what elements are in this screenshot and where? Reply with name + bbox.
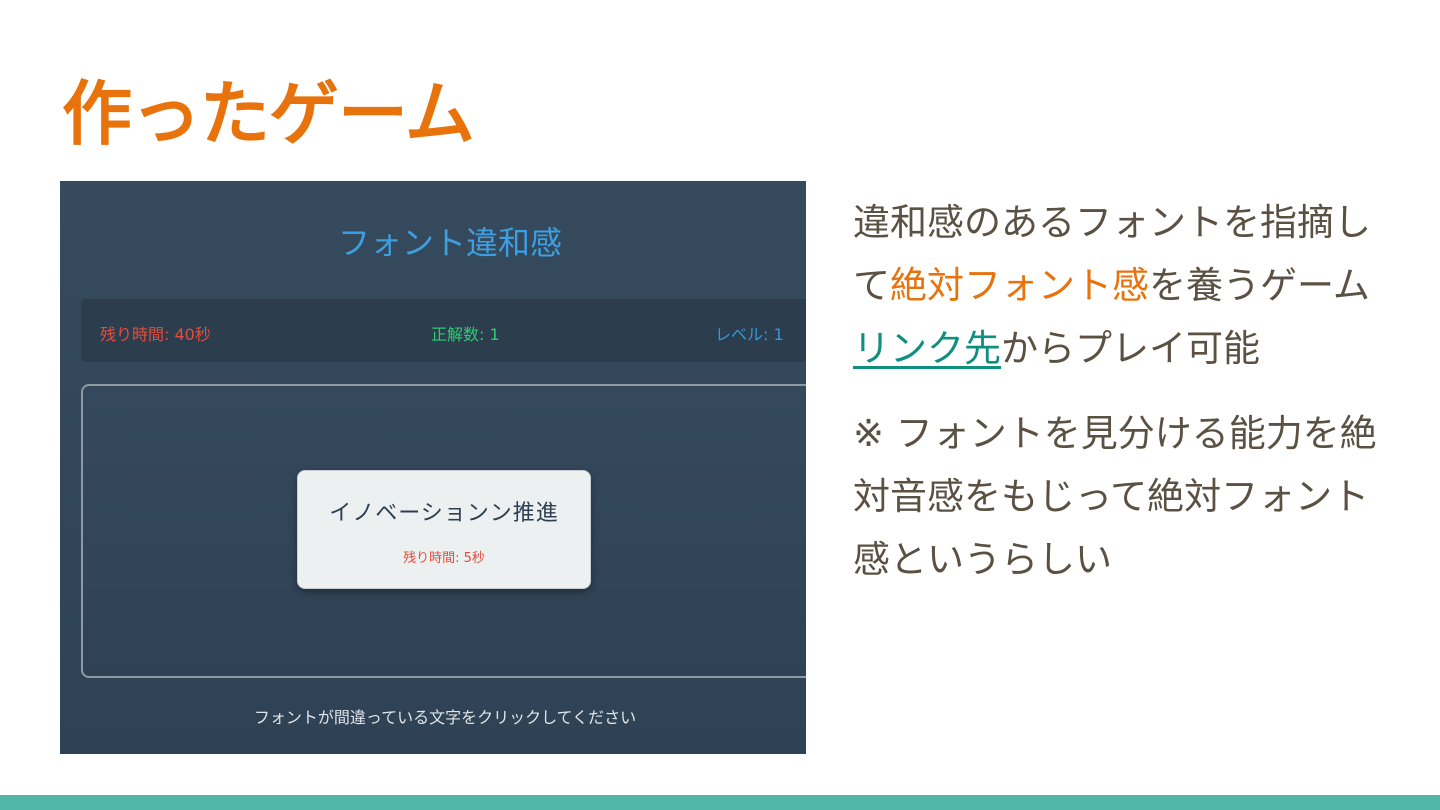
game-title: フォント違和感 — [337, 224, 562, 262]
note-line-3: 感というらしい — [853, 538, 1112, 581]
slide-title: 作ったゲーム — [62, 73, 475, 155]
status-bar: 残り時間: 40秒 正解数: 1 レベル: 1 — [81, 299, 806, 362]
time-remaining: 残り時間: 40秒 — [100, 325, 211, 344]
description-line-3: リンク先からプレイ可能 — [853, 327, 1260, 370]
card-timer: 残り時間: 5秒 — [403, 551, 485, 566]
play-area: イノベーションン推進 残り時間: 5秒 — [81, 384, 806, 678]
game-screenshot: フォント違和感 残り時間: 40秒 正解数: 1 レベル: 1 イノベーションン… — [60, 181, 806, 754]
word-text[interactable]: イノベーションン推進 — [298, 495, 590, 527]
description-line-2: て絶対フォント感を養うゲーム — [853, 264, 1370, 307]
highlight-zettai-font-kan: 絶対フォント感 — [890, 264, 1149, 307]
note-line-2: 対音感をもじって絶対フォント — [853, 475, 1370, 518]
level-indicator: レベル: 1 — [715, 325, 784, 344]
description-line-1: 違和感のあるフォントを指摘し — [853, 201, 1371, 244]
description: 違和感のあるフォントを指摘し て絶対フォント感を養うゲーム リンク先からプレイ可… — [853, 204, 1393, 604]
footer-bar — [0, 795, 1440, 810]
correct-count: 正解数: 1 — [431, 325, 500, 344]
word-card[interactable]: イノベーションン推進 残り時間: 5秒 — [297, 470, 591, 589]
instruction-text: フォントが間違っている文字をクリックしてください — [253, 708, 637, 727]
note-line-1: ※ フォントを見分ける能力を絶 — [853, 412, 1377, 455]
game-link[interactable]: リンク先 — [853, 327, 1001, 370]
